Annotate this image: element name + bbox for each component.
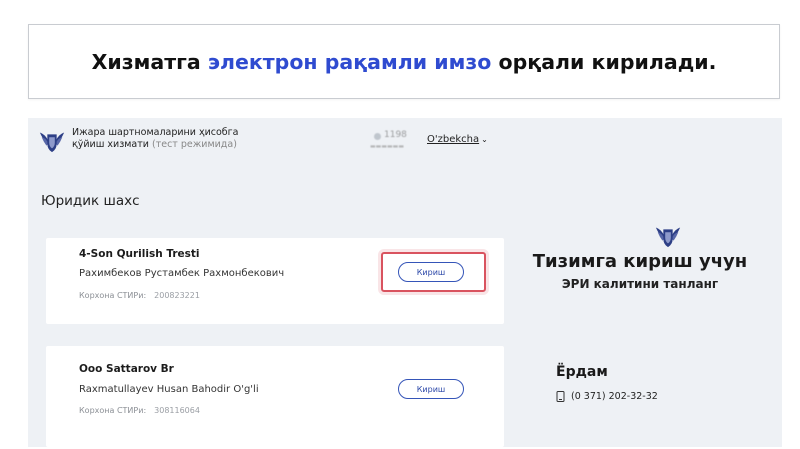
app-header: Ижара шартномаларини ҳисобга қўйиш хизма…: [28, 118, 782, 162]
user-counter: 1198 ▬▬▬▬▬▬: [370, 130, 412, 152]
help-phone-number: (0 371) 202-32-32: [571, 391, 658, 402]
app-screenshot: Ижара шартномаларини ҳисобга қўйиш хизма…: [28, 118, 782, 447]
organization-name: Ooo Sattarov Br: [79, 363, 174, 375]
chevron-down-icon: ⌄: [481, 135, 488, 144]
tin-info: Корхона СТИРи: 308116064: [79, 406, 200, 415]
tin-info: Корхона СТИРи: 200823221: [79, 291, 200, 300]
director-name: Рахимбеков Рустамбек Рахмонбекович: [79, 268, 285, 279]
director-name: Raxmatullayev Husan Bahodir O'g'li: [79, 384, 259, 395]
organization-name: 4-Son Qurilish Tresti: [79, 248, 200, 260]
tin-label: Корхона СТИРи:: [79, 291, 147, 300]
service-title-line1: Ижара шартномаларини ҳисобга: [72, 127, 239, 138]
help-title: Ёрдам: [556, 364, 608, 380]
organization-card: 4-Son Qurilish Tresti Рахимбеков Рустамб…: [46, 238, 504, 324]
instruction-text: Хизматга электрон рақамли имзо орқали ки…: [92, 50, 717, 74]
service-title-line2: қўйиш хизмати: [72, 139, 149, 150]
login-title: Тизимга кириш учун: [532, 251, 748, 272]
banner-text-highlight: электрон рақамли имзо: [207, 49, 492, 74]
language-label: O'zbekcha: [427, 134, 480, 145]
tin-value: 200823221: [154, 291, 200, 300]
banner-text-after: орқали кирилади.: [498, 49, 717, 74]
user-count: 1198: [384, 130, 407, 140]
phone-icon: [556, 391, 565, 402]
login-button[interactable]: Кириш: [398, 379, 464, 399]
language-selector[interactable]: O'zbekcha ⌄: [427, 134, 488, 145]
user-counter-sub: ▬▬▬▬▬▬: [370, 143, 405, 150]
banner-text-before: Хизматга: [91, 49, 201, 74]
section-title: Юридик шахс: [41, 193, 140, 209]
logo-icon[interactable]: [38, 126, 66, 154]
mode-label: (тест режимида): [152, 139, 237, 150]
logo-icon: [655, 227, 681, 248]
help-phone[interactable]: (0 371) 202-32-32: [556, 391, 658, 402]
tin-label: Корхона СТИРи:: [79, 406, 147, 415]
login-button[interactable]: Кириш: [398, 262, 464, 282]
organization-card: Ooo Sattarov Br Raxmatullayev Husan Baho…: [46, 346, 504, 447]
service-title: Ижара шартномаларини ҳисобга қўйиш хизма…: [72, 127, 238, 151]
login-subtitle: ЭРИ калитини танланг: [561, 277, 719, 291]
tin-value: 308116064: [154, 406, 200, 415]
user-icon: [374, 133, 381, 140]
instruction-banner: Хизматга электрон рақамли имзо орқали ки…: [28, 24, 780, 99]
